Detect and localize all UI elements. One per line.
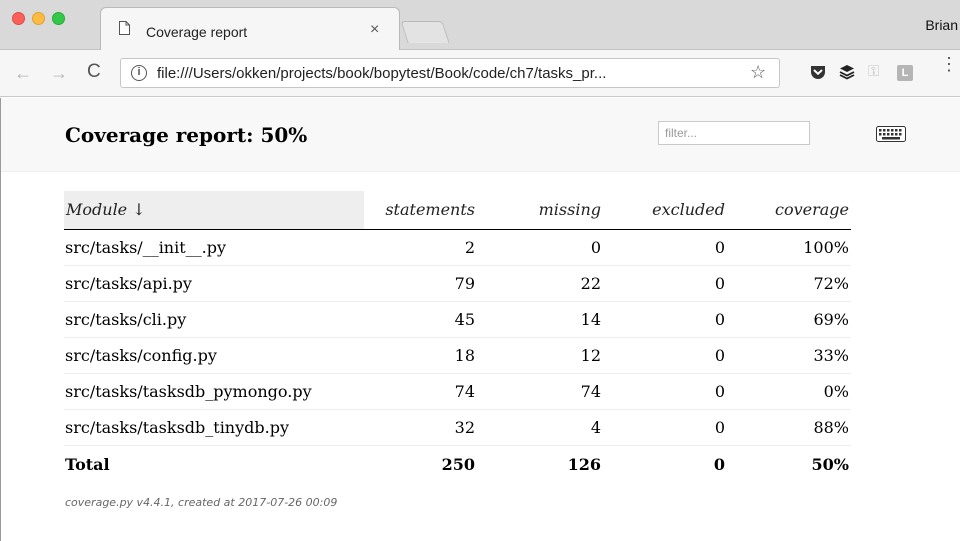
column-module-header[interactable]: Module ↓: [64, 191, 364, 230]
excluded-cell: 0: [603, 301, 727, 338]
total-row: Total 250 126 0 50%: [64, 445, 851, 483]
window-titlebar: Coverage report × Brian: [0, 0, 960, 51]
column-statements-header[interactable]: statements: [364, 191, 477, 230]
tab-title: Coverage report: [146, 24, 248, 40]
excluded-cell: 0: [603, 409, 727, 446]
coverage-cell: 88%: [727, 409, 851, 446]
url-text[interactable]: file:///Users/okken/projects/book/bopyte…: [157, 65, 606, 82]
module-link[interactable]: src/tasks/tasksdb_pymongo.py: [64, 373, 364, 410]
page-content: Coverage report: 50% Module ↓ statements…: [0, 98, 960, 541]
table-row: src/tasks/tasksdb_tinydb.py 32 4 0 88%: [64, 409, 851, 446]
module-link[interactable]: src/tasks/api.py: [64, 265, 364, 302]
report-header: Coverage report: 50%: [1, 98, 960, 172]
new-tab-button[interactable]: [400, 21, 450, 43]
key-extension-icon[interactable]: ⚿: [868, 63, 886, 81]
statements-cell: 45: [364, 301, 477, 338]
pocket-extension-icon[interactable]: [809, 63, 827, 81]
address-bar[interactable]: i file:///Users/okken/projects/book/bopy…: [120, 58, 780, 88]
zoom-window-button[interactable]: [52, 12, 65, 25]
missing-cell: 12: [477, 337, 603, 374]
table-row: src/tasks/api.py 79 22 0 72%: [64, 265, 851, 302]
coverage-table: Module ↓ statements missing excluded cov…: [64, 191, 851, 483]
statements-cell: 79: [364, 265, 477, 302]
missing-cell: 74: [477, 373, 603, 410]
statements-cell: 2: [364, 229, 477, 266]
total-statements: 250: [441, 454, 475, 474]
reload-icon[interactable]: C: [87, 61, 101, 83]
coverage-cell: 33%: [727, 337, 851, 374]
module-link[interactable]: src/tasks/cli.py: [64, 301, 364, 338]
buffer-extension-icon[interactable]: [838, 63, 856, 81]
total-coverage: 50%: [811, 454, 849, 474]
coverage-cell: 0%: [727, 373, 851, 410]
coverage-cell: 69%: [727, 301, 851, 338]
column-coverage-header[interactable]: coverage: [727, 191, 851, 230]
column-excluded-header[interactable]: excluded: [603, 191, 727, 230]
statements-cell: 18: [364, 337, 477, 374]
profile-name[interactable]: Brian: [925, 17, 958, 33]
l-extension-icon[interactable]: L: [897, 65, 913, 81]
filter-input[interactable]: [658, 121, 810, 145]
statements-cell: 74: [364, 373, 477, 410]
table-row: src/tasks/cli.py 45 14 0 69%: [64, 301, 851, 338]
bookmark-star-icon[interactable]: ☆: [750, 62, 766, 83]
minimize-window-button[interactable]: [32, 12, 45, 25]
keyboard-shortcuts-icon[interactable]: [876, 126, 906, 142]
browser-menu-icon[interactable]: ⋮: [940, 55, 958, 73]
browser-toolbar: ← → C i file:///Users/okken/projects/boo…: [0, 50, 960, 97]
statements-cell: 32: [364, 409, 477, 446]
info-icon[interactable]: i: [131, 65, 147, 81]
missing-cell: 0: [477, 229, 603, 266]
total-label: Total: [65, 454, 110, 474]
total-excluded: 0: [713, 454, 725, 474]
document-icon: [119, 21, 130, 35]
page-title: Coverage report: 50%: [65, 123, 308, 147]
table-header-row: Module ↓ statements missing excluded cov…: [64, 191, 851, 230]
back-arrow-icon[interactable]: ←: [14, 63, 32, 84]
report-footer: coverage.py v4.4.1, created at 2017-07-2…: [65, 496, 338, 509]
tab-close-icon[interactable]: ×: [370, 21, 379, 39]
excluded-cell: 0: [603, 229, 727, 266]
total-missing: 126: [567, 454, 601, 474]
forward-arrow-icon[interactable]: →: [50, 63, 68, 84]
missing-cell: 4: [477, 409, 603, 446]
table-row: src/tasks/config.py 18 12 0 33%: [64, 337, 851, 374]
module-link[interactable]: src/tasks/tasksdb_tinydb.py: [64, 409, 364, 446]
module-link[interactable]: src/tasks/config.py: [64, 337, 364, 374]
excluded-cell: 0: [603, 265, 727, 302]
coverage-cell: 72%: [727, 265, 851, 302]
table-row: src/tasks/tasksdb_pymongo.py 74 74 0 0%: [64, 373, 851, 410]
missing-cell: 14: [477, 301, 603, 338]
table-row: src/tasks/__init__.py 2 0 0 100%: [64, 229, 851, 266]
missing-cell: 22: [477, 265, 603, 302]
module-link[interactable]: src/tasks/__init__.py: [64, 229, 364, 266]
close-window-button[interactable]: [12, 12, 25, 25]
excluded-cell: 0: [603, 337, 727, 374]
column-missing-header[interactable]: missing: [477, 191, 603, 230]
coverage-cell: 100%: [727, 229, 851, 266]
excluded-cell: 0: [603, 373, 727, 410]
tab-coverage-report[interactable]: Coverage report ×: [100, 7, 400, 51]
